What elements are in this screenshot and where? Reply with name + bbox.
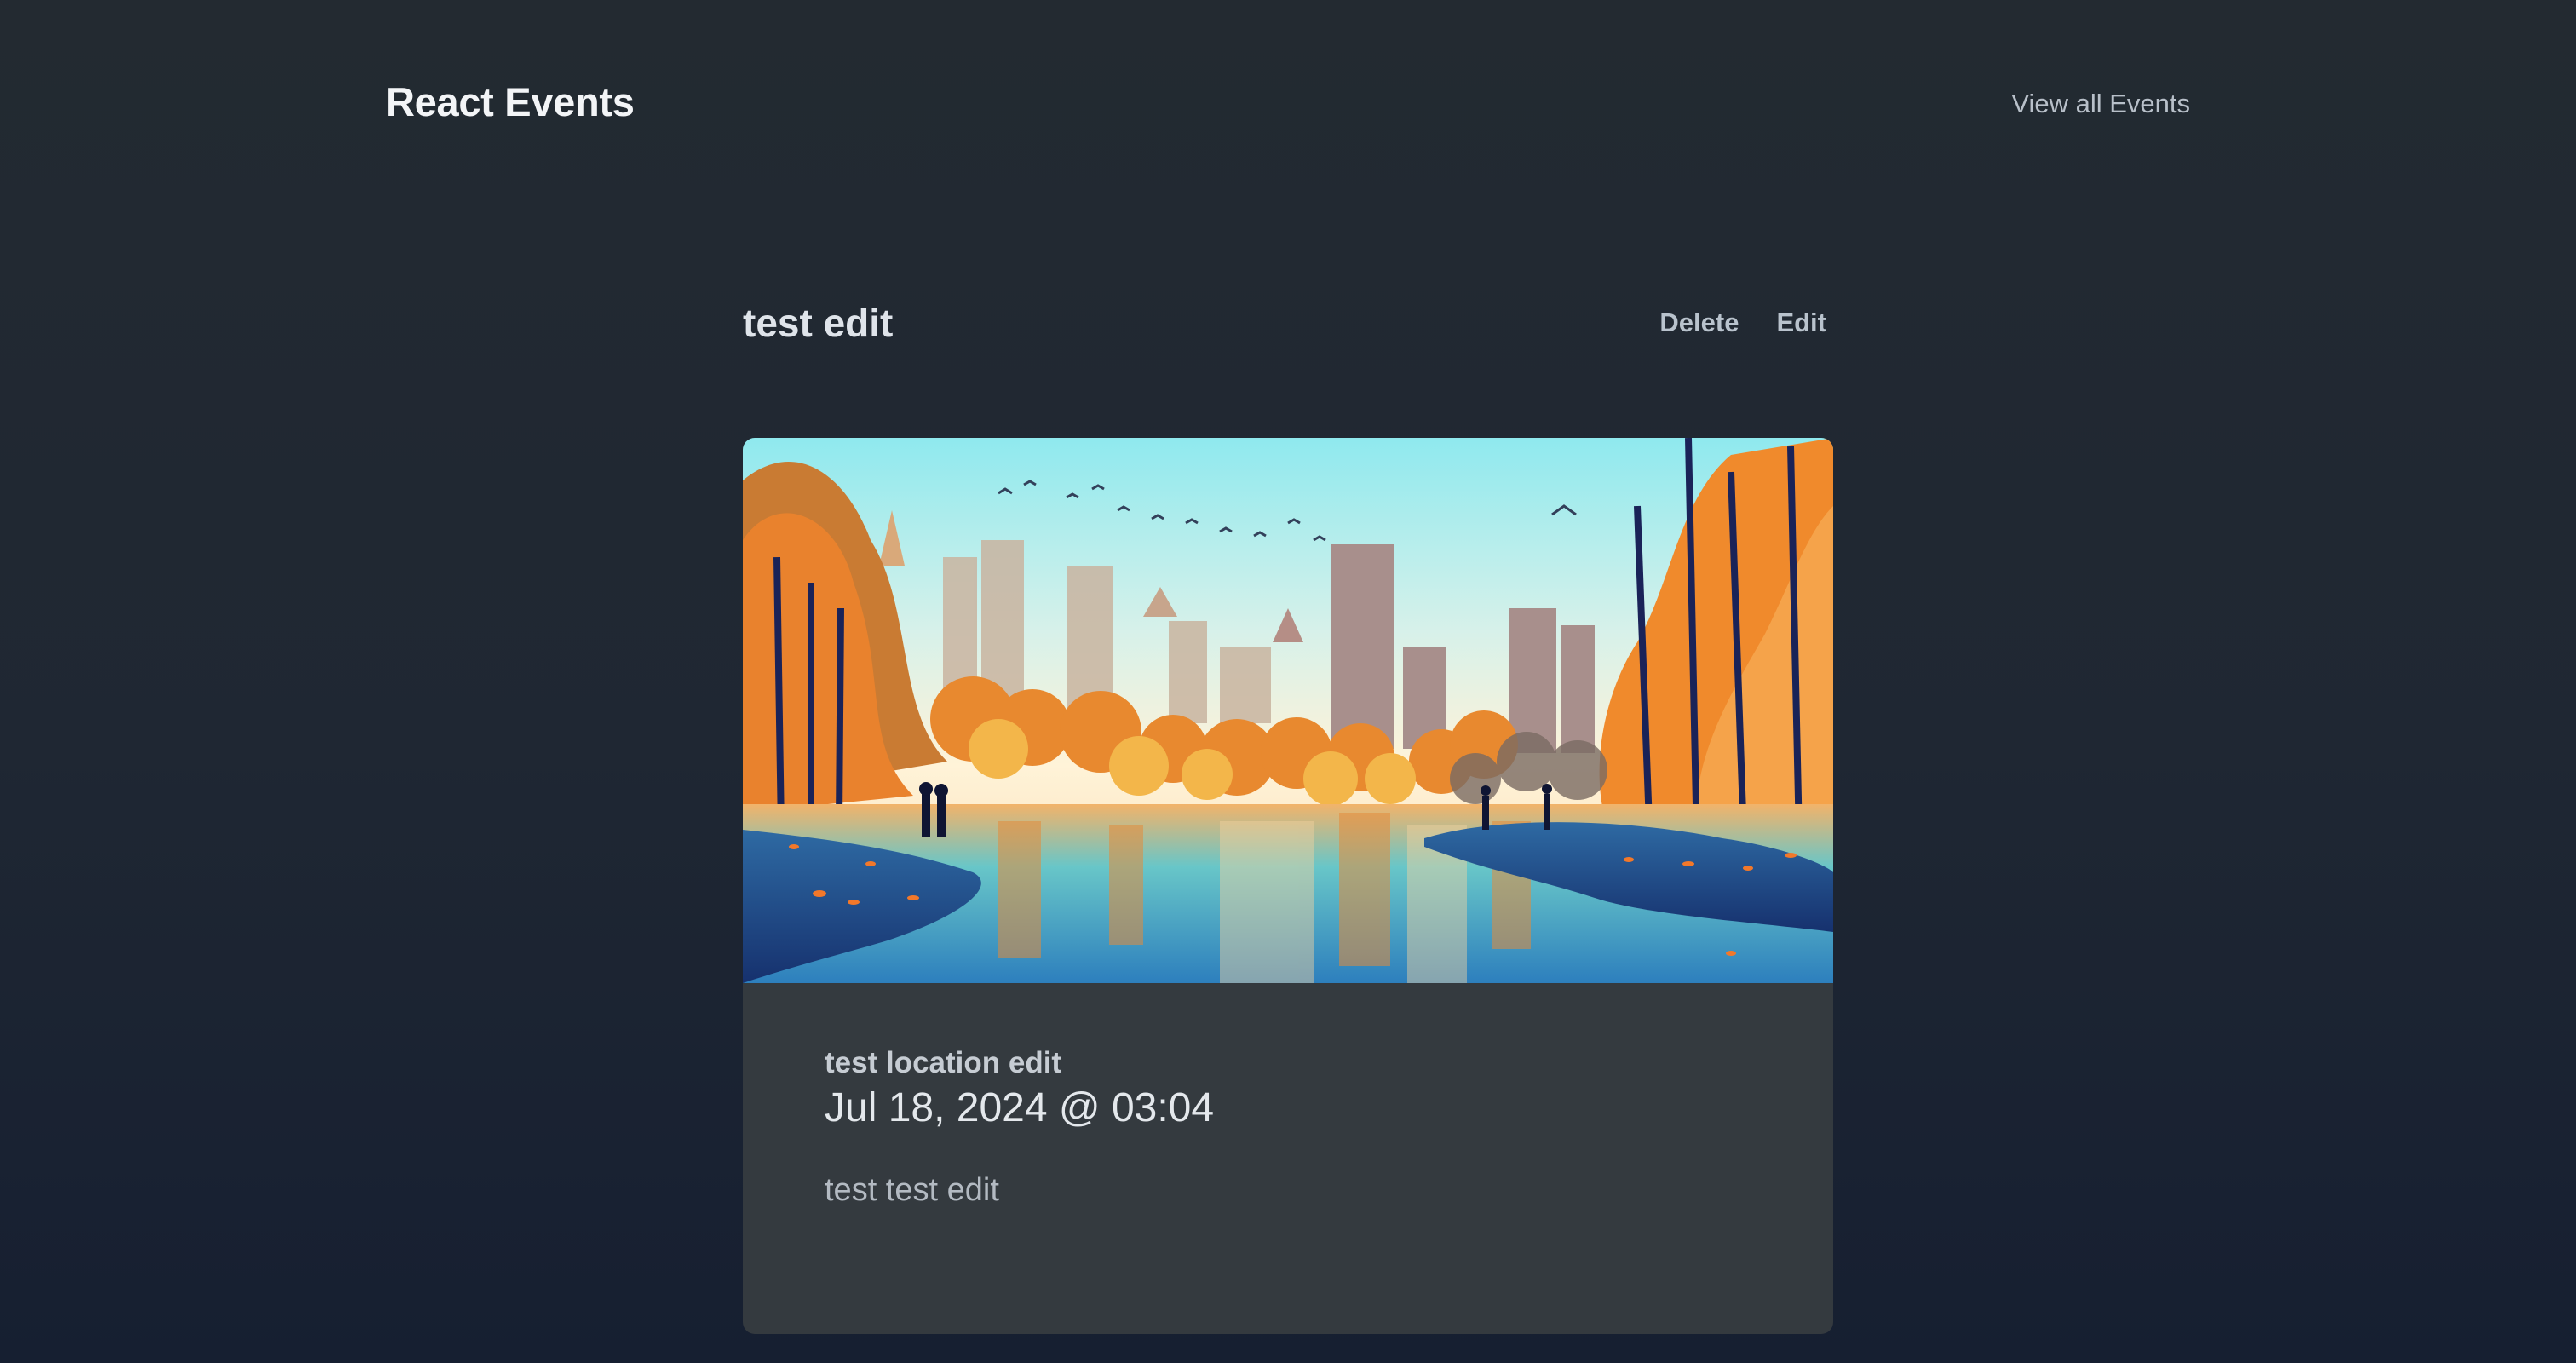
event-card: test location edit Jul 18, 2024 @ 03:04 …	[743, 438, 1833, 1334]
event-title: test edit	[743, 301, 894, 345]
brand-logo-link[interactable]: React Events	[386, 78, 635, 125]
event-datetime: Jul 18, 2024 @ 03:04	[825, 1085, 1215, 1130]
main-header: React Events View all Events	[386, 78, 2190, 135]
event-actions: Delete Edit	[1659, 308, 1826, 338]
event-location: test location edit	[825, 1046, 1062, 1079]
event-details: test location edit Jul 18, 2024 @ 03:04 …	[825, 1044, 1762, 1210]
view-all-events-link[interactable]: View all Events	[2011, 89, 2190, 119]
event-description: test test edit	[825, 1172, 999, 1208]
event-image	[743, 438, 1833, 983]
edit-button[interactable]: Edit	[1776, 308, 1826, 338]
event-header: test edit Delete Edit	[743, 298, 1833, 354]
delete-button[interactable]: Delete	[1659, 308, 1739, 338]
